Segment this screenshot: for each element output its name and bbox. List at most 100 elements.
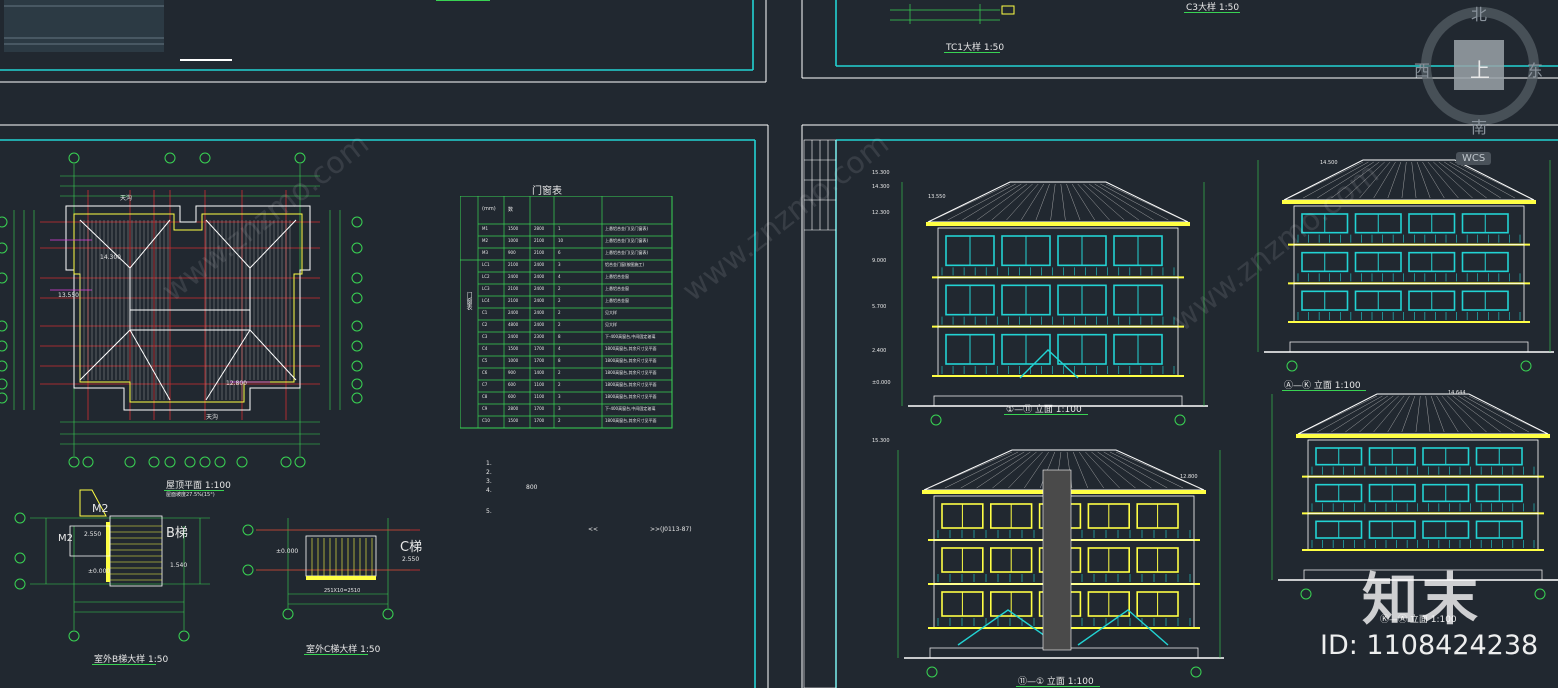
table-cell: 2400: [508, 310, 519, 315]
roof-hatch: [1422, 161, 1445, 199]
title-underline: [1004, 414, 1088, 415]
stair-b-m2-label-2: M2: [58, 533, 73, 544]
table-cell: 2100: [508, 298, 519, 303]
title-underline: [1282, 390, 1366, 391]
table-cell: 2: [558, 382, 561, 387]
table-cell: 2800: [508, 406, 519, 411]
table-cell: LC4: [482, 298, 490, 303]
roof-hatch: [1071, 183, 1095, 221]
stair-c-dim: 251X10=2510: [324, 588, 361, 594]
elev-mark-14500: 14.500: [1320, 160, 1338, 166]
table-header-cell: (mm): [482, 206, 496, 212]
roof-hatch: [1345, 395, 1394, 433]
table-cell: 1500: [508, 346, 519, 351]
table-cell: 2800: [534, 226, 545, 231]
table-cell: 1500: [508, 418, 519, 423]
table-cell: 下-400高窗台,中间固定玻璃: [605, 406, 656, 411]
axis-bubble: [1520, 360, 1532, 372]
table-cell: 1700: [534, 346, 545, 351]
axis-bubble: [1190, 666, 1202, 678]
note-ref-left: <<: [588, 526, 599, 533]
title-underline: [1184, 12, 1240, 13]
table-cell: 900: [508, 250, 516, 255]
table-header-cell: 数: [508, 207, 514, 213]
elev-mark-14300: 14.300: [872, 184, 890, 190]
roof-hatch: [944, 451, 1019, 489]
table-cell: 上悬铝合金门(见门窗表): [605, 238, 649, 243]
cad-drawing-canvas[interactable]: TC1大样 1:50 C3大样 1:50 天沟 天沟 14.300 13.550…: [0, 0, 1558, 688]
roof-hatch: [1021, 183, 1045, 221]
table-cell: 2300: [534, 334, 545, 339]
stair-c-label: C梯: [400, 540, 423, 555]
table-cell: 2100: [534, 250, 545, 255]
table-cell: 6: [558, 250, 561, 255]
roof-hatch: [1441, 395, 1473, 433]
table-cell: 1100: [534, 382, 545, 387]
roof-hatch: [1416, 161, 1431, 199]
roof-hatch: [1436, 395, 1459, 433]
roof-hatch: [1060, 183, 1066, 221]
title-underline: [944, 52, 1000, 53]
note-item: 4.: [486, 487, 492, 494]
roof-hatch: [1072, 451, 1089, 489]
roof-hatch: [1077, 183, 1110, 221]
compass-south[interactable]: 南: [1471, 114, 1487, 138]
roof-hatch: [1427, 161, 1459, 199]
table-cell: 1100: [534, 394, 545, 399]
elev-mark-15300: 15.300: [872, 170, 890, 176]
stair-b-drawing: [14, 489, 210, 642]
compass-west[interactable]: 西: [1414, 57, 1430, 81]
table-cell: C4: [482, 346, 488, 351]
note-item: 2.: [486, 469, 492, 476]
table-cell: 下-400高窗台,中间固定玻璃: [605, 334, 656, 339]
roof-hatch: [977, 183, 1028, 221]
roof-ridge-label-bottom: 天沟: [206, 414, 219, 421]
table-cell: C9: [482, 406, 488, 411]
table-cell: 2400: [534, 274, 545, 279]
tc1-detail-drawing: [890, 4, 1015, 24]
base: [1289, 341, 1529, 353]
image-id-label: ID: 1108424238: [1320, 630, 1539, 661]
table-cell: 上悬铝合金窗: [605, 286, 629, 291]
table-cell: 1700: [534, 406, 545, 411]
title-underline: [304, 654, 368, 655]
table-cell: 1000: [508, 358, 519, 363]
wcs-menu[interactable]: WCS: [1456, 152, 1492, 165]
table-cell: LC1: [482, 262, 490, 267]
roof-outline: [927, 181, 1189, 223]
roof-hatch: [1401, 395, 1416, 433]
stair-b-elev-1: 2.550: [84, 531, 102, 538]
roof-elevation-c: 12.800: [226, 380, 247, 387]
roof-hatch: [1463, 395, 1529, 433]
axis-bubble: [926, 666, 938, 678]
roof-hatch: [1401, 161, 1407, 199]
roof-hatch: [1100, 183, 1169, 221]
table-cell: 4: [558, 346, 561, 351]
stair-c-elev-2: ±0.000: [276, 548, 299, 555]
roof-hatch: [1449, 161, 1515, 199]
table-cell: 上悬铝合金门(见门窗表): [605, 226, 649, 231]
cornice: [1296, 434, 1550, 438]
compass-north[interactable]: 北: [1471, 1, 1487, 25]
roof-hatch: [1387, 161, 1402, 199]
compass-east[interactable]: 东: [1527, 57, 1543, 81]
roof-hatch: [1430, 395, 1445, 433]
table-cell: 2: [558, 298, 561, 303]
elev-mark-0: ±0.000: [872, 380, 891, 386]
table-cell: 1800高窗台,其余尺寸见平面: [605, 394, 657, 399]
elev-mark-12300: 12.300: [872, 210, 890, 216]
axis-bubble: [1174, 414, 1186, 426]
stair-c-drawing: [242, 518, 420, 620]
table-cell: M1: [482, 226, 488, 231]
table-cell: C3: [482, 334, 488, 339]
roof-hatch: [947, 183, 1016, 221]
note-item: 3.: [486, 478, 492, 485]
view-cube-face-label[interactable]: 上: [1470, 54, 1490, 83]
door-window-table-rows: (mm) 数 M1 1500 2800 1 上悬铝合金门(见门窗表) M2 1000 2100 10…: [460, 196, 674, 430]
table-cell: 2400: [508, 274, 519, 279]
table-cell: 上悬铝合金门(见门窗表): [605, 250, 649, 255]
elev-mark-15300-b: 15.300: [872, 438, 890, 444]
table-cell: 2: [558, 418, 561, 423]
table-cell: 铝合金门窗(按图施工): [605, 262, 645, 267]
axis-bubble: [1300, 588, 1312, 600]
